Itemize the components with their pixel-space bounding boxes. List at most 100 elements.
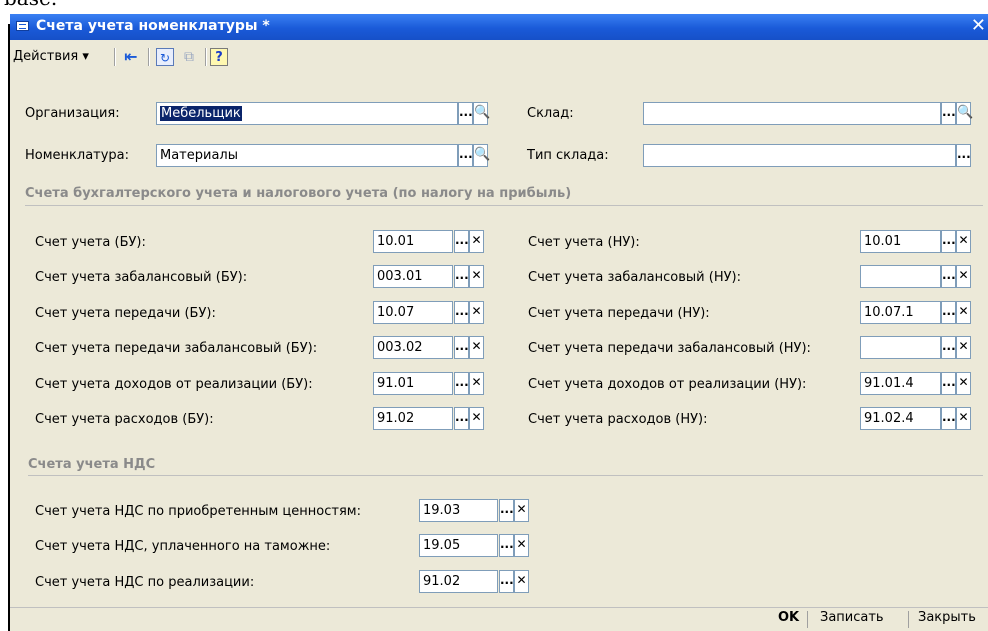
organization-label: Организация: — [25, 106, 120, 121]
account-label: Счет учета (БУ): — [35, 235, 146, 250]
search-icon[interactable]: 🔍 — [956, 102, 973, 125]
account-field[interactable]: 91.02 — [373, 407, 453, 430]
clear-icon[interactable]: ✕ — [469, 372, 484, 395]
toolbar-separator — [205, 48, 207, 66]
select-button[interactable]: ... — [941, 230, 956, 253]
account-label: Счет учета расходов (НУ): — [528, 412, 708, 427]
account-label: Счет учета забалансовый (БУ): — [35, 270, 248, 285]
footer-bar: OK Записать Закрыть — [10, 607, 988, 631]
clear-icon[interactable]: ✕ — [514, 534, 529, 557]
organization-field[interactable]: Мебельщик — [156, 102, 458, 125]
actions-menu-button[interactable]: Действия ▾ — [13, 49, 89, 64]
clear-icon[interactable]: ✕ — [956, 301, 971, 324]
account-label: Счет учета доходов от реализации (НУ): — [528, 377, 807, 392]
select-button[interactable]: ... — [941, 265, 956, 288]
warehouse-type-select-button[interactable]: ... — [956, 144, 971, 167]
vat-account-label: Счет учета НДС по приобретенным ценностя… — [35, 504, 361, 519]
toolbar-separator — [148, 48, 150, 66]
close-button[interactable]: Закрыть — [918, 610, 976, 625]
account-field[interactable]: 10.01 — [860, 230, 941, 253]
account-label: Счет учета передачи (БУ): — [35, 306, 216, 321]
select-button[interactable]: ... — [941, 372, 956, 395]
help-icon[interactable]: ? — [210, 48, 228, 66]
account-label: Счет учета передачи (НУ): — [528, 306, 710, 321]
select-button[interactable]: ... — [454, 265, 469, 288]
vat-account-field[interactable]: 19.03 — [419, 499, 498, 522]
section-divider — [28, 475, 983, 476]
copy-icon[interactable]: ⧉ — [180, 48, 198, 66]
select-button[interactable]: ... — [941, 301, 956, 324]
account-field[interactable]: 003.01 — [373, 265, 453, 288]
account-field[interactable]: 003.02 — [373, 336, 453, 359]
select-button[interactable]: ... — [454, 301, 469, 324]
window-icon — [16, 21, 29, 31]
account-field[interactable]: 91.02.4 — [860, 407, 941, 430]
nomenclature-field[interactable]: Материалы — [156, 144, 458, 167]
background-text: base. — [4, 0, 57, 10]
account-field[interactable]: 91.01 — [373, 372, 453, 395]
title-bar[interactable]: Счета учета номенклатуры * ✕ — [10, 14, 988, 40]
clear-icon[interactable]: ✕ — [956, 265, 971, 288]
account-field[interactable] — [860, 265, 941, 288]
search-icon[interactable]: 🔍 — [473, 102, 490, 125]
clear-icon[interactable]: ✕ — [469, 301, 484, 324]
account-label: Счет учета расходов (БУ): — [35, 412, 214, 427]
warehouse-label: Склад: — [527, 106, 574, 121]
search-icon[interactable]: 🔍 — [473, 144, 490, 167]
toolbar-separator — [114, 48, 116, 66]
account-field[interactable]: 10.07 — [373, 301, 453, 324]
vat-account-field[interactable]: 19.05 — [419, 534, 498, 557]
select-button[interactable]: ... — [941, 336, 956, 359]
account-field[interactable]: 10.01 — [373, 230, 453, 253]
clear-icon[interactable]: ✕ — [956, 407, 971, 430]
account-field[interactable]: 10.07.1 — [860, 301, 941, 324]
select-button[interactable]: ... — [454, 336, 469, 359]
vat-account-label: Счет учета НДС, уплаченного на таможне: — [35, 539, 331, 554]
vat-account-field[interactable]: 91.02 — [419, 570, 498, 593]
refresh-icon[interactable]: ↻ — [156, 48, 174, 66]
select-button[interactable]: ... — [941, 407, 956, 430]
account-field[interactable] — [860, 336, 941, 359]
warehouse-type-field[interactable] — [643, 144, 956, 167]
select-button[interactable]: ... — [454, 372, 469, 395]
ok-button[interactable]: OK — [778, 610, 799, 625]
account-label: Счет учета забалансовый (НУ): — [528, 270, 741, 285]
save-button[interactable]: Записать — [820, 610, 884, 625]
clear-icon[interactable]: ✕ — [469, 230, 484, 253]
footer-separator — [908, 611, 909, 628]
clear-icon[interactable]: ✕ — [956, 230, 971, 253]
clear-icon[interactable]: ✕ — [956, 372, 971, 395]
select-button[interactable]: ... — [454, 407, 469, 430]
clear-icon[interactable]: ✕ — [956, 336, 971, 359]
clear-icon[interactable]: ✕ — [514, 570, 529, 593]
organization-value: Мебельщик — [159, 105, 243, 122]
clear-icon[interactable]: ✕ — [469, 407, 484, 430]
account-label: Счет учета передачи забалансовый (БУ): — [35, 341, 318, 356]
section-title-accounting: Счета бухгалтерского учета и налогового … — [25, 186, 572, 201]
footer-separator — [807, 611, 808, 628]
account-label: Счет учета доходов от реализации (БУ): — [35, 377, 313, 392]
warehouse-field[interactable] — [643, 102, 941, 125]
account-field[interactable]: 91.01.4 — [860, 372, 941, 395]
toolbar: Действия ▾ ⇤ ↻ ⧉ ? — [10, 40, 988, 74]
nomenclature-label: Номенклатура: — [25, 148, 130, 163]
close-icon[interactable]: ✕ — [971, 15, 986, 36]
clear-icon[interactable]: ✕ — [469, 336, 484, 359]
section-title-vat: Счета учета НДС — [28, 457, 156, 472]
dialog-window: Счета учета номенклатуры * ✕ Действия ▾ … — [10, 14, 988, 631]
select-button[interactable]: ... — [499, 499, 514, 522]
section-divider — [25, 205, 983, 206]
select-button[interactable]: ... — [499, 534, 514, 557]
back-arrow-icon[interactable]: ⇤ — [122, 48, 140, 66]
warehouse-type-label: Тип склада: — [527, 148, 609, 163]
clear-icon[interactable]: ✕ — [514, 499, 529, 522]
account-label: Счет учета (НУ): — [528, 235, 640, 250]
organization-select-button[interactable]: ... — [458, 102, 473, 125]
select-button[interactable]: ... — [499, 570, 514, 593]
select-button[interactable]: ... — [454, 230, 469, 253]
nomenclature-select-button[interactable]: ... — [458, 144, 473, 167]
clear-icon[interactable]: ✕ — [469, 265, 484, 288]
warehouse-select-button[interactable]: ... — [941, 102, 956, 125]
account-label: Счет учета передачи забалансовый (НУ): — [528, 341, 811, 356]
window-title: Счета учета номенклатуры * — [36, 18, 270, 34]
